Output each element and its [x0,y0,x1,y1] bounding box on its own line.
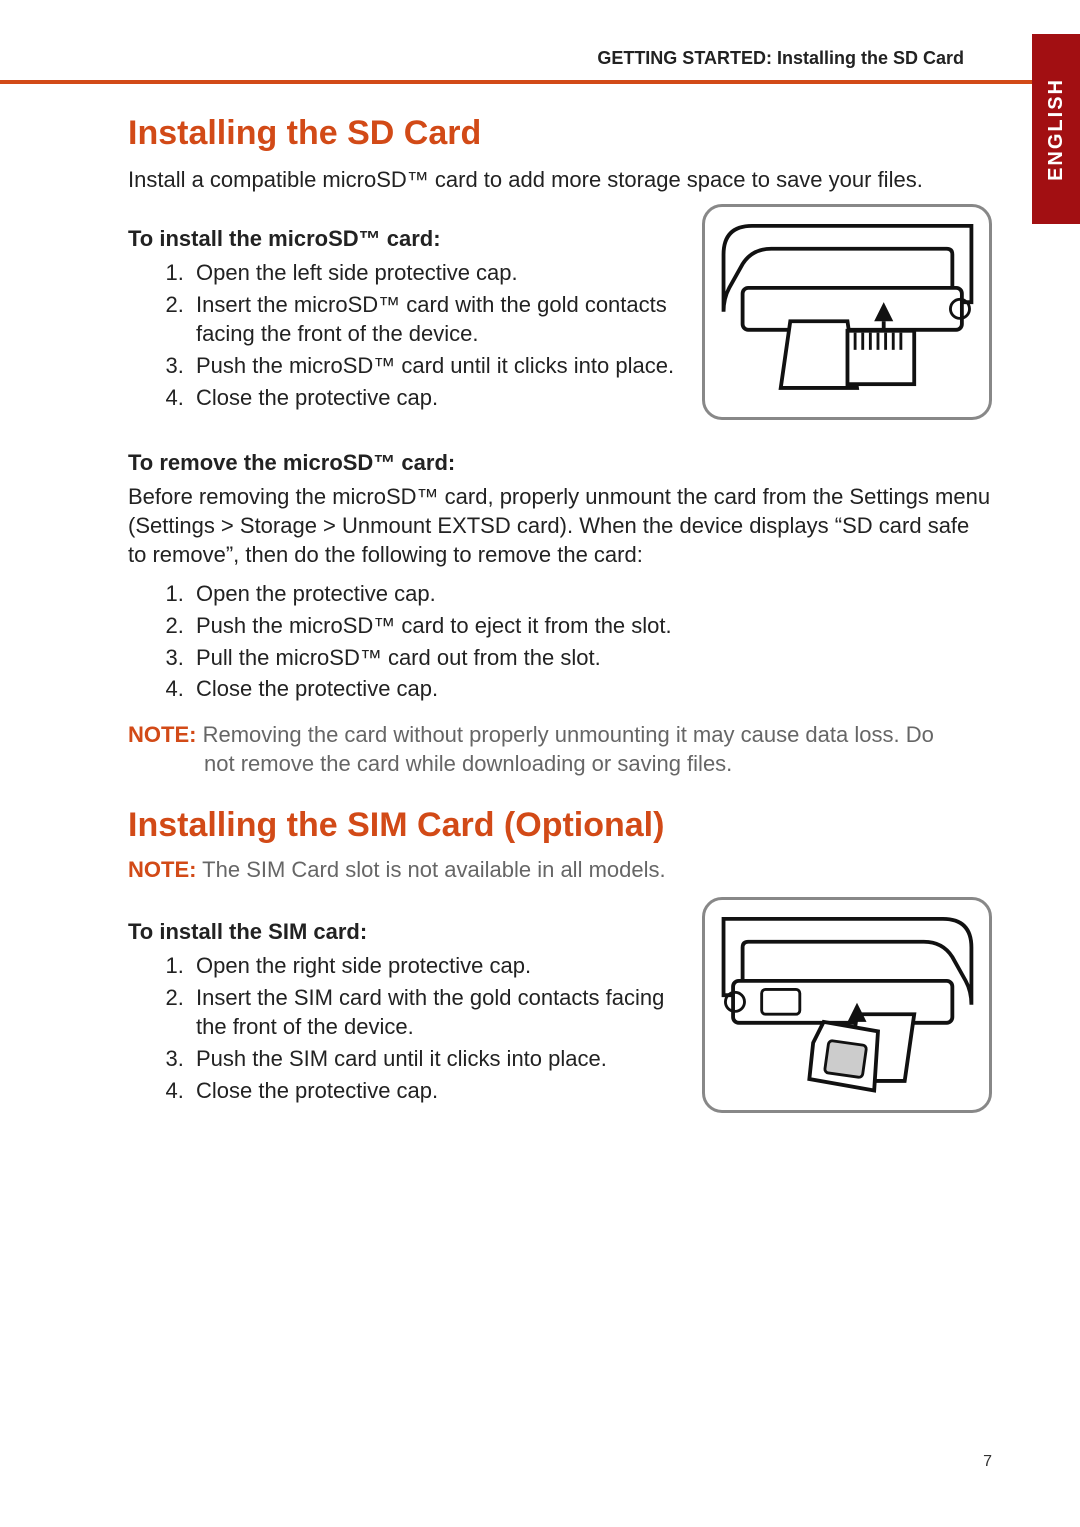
install-sim-steps: Open the right side protective cap. Inse… [128,951,680,1105]
list-item: Open the left side protective cap. [190,258,680,288]
install-sd-steps: Open the left side protective cap. Inser… [128,258,680,412]
language-tab: ENGLISH [1032,34,1080,224]
section-title-sim: Installing the SIM Card (Optional) [128,806,992,845]
sim-note-text: The SIM Card slot is not available in al… [196,857,665,882]
list-item: Push the microSD™ card until it clicks i… [190,351,680,381]
sim-illustration [702,897,992,1113]
page-number: 7 [983,1453,992,1471]
list-item: Close the protective cap. [190,1076,680,1106]
sim-note: NOTE: The SIM Card slot is not available… [128,857,992,883]
install-sd-heading: To install the microSD™ card: [128,226,680,252]
page-header: GETTING STARTED: Installing the SD Card [597,48,964,69]
divider-rule [0,80,1080,84]
sd-note: NOTE: Removing the card without properly… [128,720,992,778]
language-label: ENGLISH [1045,78,1068,181]
install-sim-heading: To install the SIM card: [128,919,680,945]
list-item: Open the protective cap. [190,579,992,609]
note-label: NOTE: [128,857,196,882]
list-item: Open the right side protective cap. [190,951,680,981]
list-item: Push the microSD™ card to eject it from … [190,611,992,641]
list-item: Insert the SIM card with the gold contac… [190,983,680,1042]
list-item: Close the protective cap. [190,383,680,413]
sd-intro: Install a compatible microSD™ card to ad… [128,165,992,194]
section-title-sd: Installing the SD Card [128,114,992,153]
note-label: NOTE: [128,722,196,747]
note-text-line2: not remove the card while downloading or… [128,749,992,778]
note-text-line1: Removing the card without properly unmou… [196,722,933,747]
remove-sd-heading: To remove the microSD™ card: [128,450,992,476]
sd-illustration [702,204,992,420]
remove-sd-steps: Open the protective cap. Push the microS… [128,579,992,704]
remove-sd-intro: Before removing the microSD™ card, prope… [128,482,992,569]
list-item: Close the protective cap. [190,674,992,704]
list-item: Insert the microSD™ card with the gold c… [190,290,680,349]
list-item: Pull the microSD™ card out from the slot… [190,643,992,673]
list-item: Push the SIM card until it clicks into p… [190,1044,680,1074]
